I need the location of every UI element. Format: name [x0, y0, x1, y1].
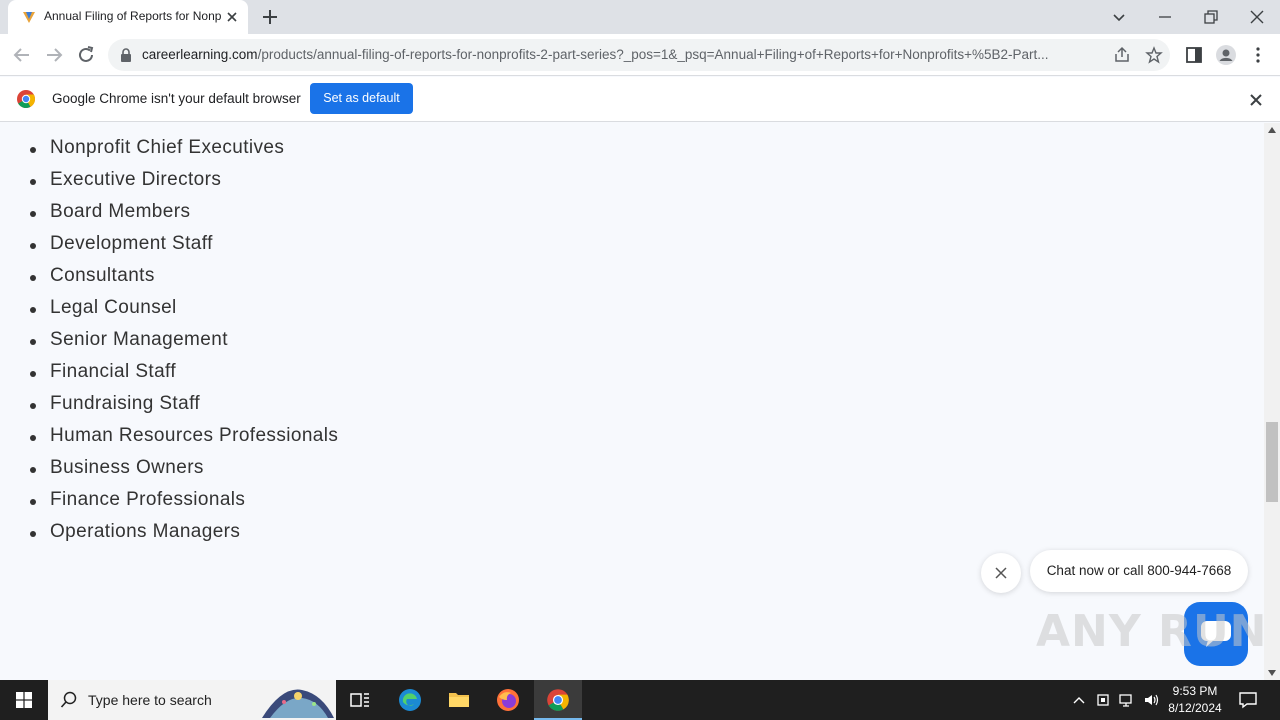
taskbar-file-explorer[interactable] — [435, 680, 483, 720]
show-hidden-icons-chevron-up-icon[interactable] — [1071, 692, 1087, 708]
audience-list-item: Human Resources Professionals — [28, 423, 338, 455]
tab-title: Annual Filing of Reports for Nonprofits — [44, 9, 222, 23]
task-view-icon — [350, 693, 369, 707]
firefox-icon — [497, 689, 519, 711]
scroll-down-arrow-icon[interactable] — [1268, 670, 1276, 676]
taskbar-edge[interactable] — [386, 680, 434, 720]
page-content: Nonprofit Chief Executives Executive Dire… — [0, 123, 1264, 680]
reload-icon[interactable] — [75, 44, 97, 66]
notification-center-icon[interactable] — [1238, 690, 1258, 710]
site-favicon-icon — [23, 12, 35, 23]
audience-list-item: Business Owners — [28, 455, 338, 487]
windows-logo-icon — [16, 692, 32, 708]
search-icon — [60, 691, 77, 708]
restore-icon[interactable] — [1199, 5, 1223, 29]
page-scrollbar[interactable] — [1264, 123, 1280, 680]
network-icon[interactable] — [1119, 692, 1135, 708]
audience-list-item: Nonprofit Chief Executives — [28, 135, 338, 167]
windows-taskbar: Type here to search 9:53 PM 8/12/2024 — [0, 680, 1280, 720]
chat-dismiss-button[interactable] — [981, 553, 1021, 593]
tab-strip: Annual Filing of Reports for Nonprofits — [0, 0, 1280, 34]
tab-active[interactable]: Annual Filing of Reports for Nonprofits — [8, 0, 248, 34]
tab-close-icon[interactable] — [224, 9, 240, 25]
task-view-button[interactable] — [336, 680, 384, 720]
side-panel-icon[interactable] — [1183, 44, 1205, 66]
audience-list-item: Finance Professionals — [28, 487, 338, 519]
bookmark-star-icon[interactable] — [1145, 46, 1163, 64]
close-icon — [995, 567, 1007, 579]
chrome-logo-icon — [17, 90, 36, 109]
back-arrow-icon[interactable] — [11, 44, 33, 66]
share-icon[interactable] — [1113, 46, 1131, 64]
chrome-icon — [547, 689, 569, 711]
clock-date: 8/12/2024 — [1168, 701, 1222, 715]
audience-list-item: Executive Directors — [28, 167, 338, 199]
browser-toolbar: careerlearning.com/products/annual-filin… — [0, 34, 1280, 76]
menu-kebab-icon[interactable] — [1247, 44, 1269, 66]
tab-search-chevron-down-icon[interactable] — [1107, 5, 1131, 29]
taskbar-search-box[interactable]: Type here to search — [48, 680, 336, 720]
start-button[interactable] — [0, 680, 48, 720]
audience-list-item: Legal Counsel — [28, 295, 338, 327]
device-icon[interactable] — [1095, 692, 1111, 708]
search-placeholder: Type here to search — [88, 692, 212, 708]
default-browser-infobar: Google Chrome isn't your default browser… — [0, 77, 1280, 122]
minimize-icon[interactable] — [1153, 5, 1177, 29]
scrollbar-thumb[interactable] — [1266, 422, 1278, 502]
forward-arrow-icon[interactable] — [43, 44, 65, 66]
audience-list: Nonprofit Chief Executives Executive Dire… — [28, 135, 338, 551]
system-clock[interactable]: 9:53 PM 8/12/2024 — [1162, 683, 1228, 717]
infobar-close-icon[interactable] — [1247, 91, 1265, 109]
clock-time: 9:53 PM — [1172, 684, 1218, 698]
taskbar-firefox[interactable] — [484, 680, 532, 720]
audience-list-item: Financial Staff — [28, 359, 338, 391]
address-bar[interactable]: careerlearning.com/products/annual-filin… — [108, 39, 1170, 71]
infobar-message: Google Chrome isn't your default browser — [52, 91, 301, 106]
audience-list-item: Operations Managers — [28, 519, 338, 551]
new-tab-icon[interactable] — [260, 7, 280, 27]
audience-list-item: Fundraising Staff — [28, 391, 338, 423]
url-text[interactable]: careerlearning.com/products/annual-filin… — [142, 47, 1104, 62]
audience-list-item: Consultants — [28, 263, 338, 295]
close-window-icon[interactable] — [1245, 5, 1269, 29]
set-as-default-button[interactable]: Set as default — [310, 83, 413, 114]
search-highlight-illustration-icon — [262, 689, 334, 718]
folder-icon — [449, 693, 469, 707]
taskbar-chrome[interactable] — [534, 680, 582, 720]
anyrun-watermark: ANY RUN — [1036, 606, 1268, 657]
audience-list-item: Board Members — [28, 199, 338, 231]
lock-icon[interactable] — [120, 48, 132, 62]
edge-icon — [399, 689, 421, 711]
profile-avatar-icon[interactable] — [1215, 44, 1237, 66]
chat-prompt-bubble[interactable]: Chat now or call 800-944-7668 — [1030, 550, 1248, 592]
scroll-up-arrow-icon[interactable] — [1268, 127, 1276, 133]
volume-icon[interactable] — [1143, 692, 1159, 708]
audience-list-item: Senior Management — [28, 327, 338, 359]
audience-list-item: Development Staff — [28, 231, 338, 263]
